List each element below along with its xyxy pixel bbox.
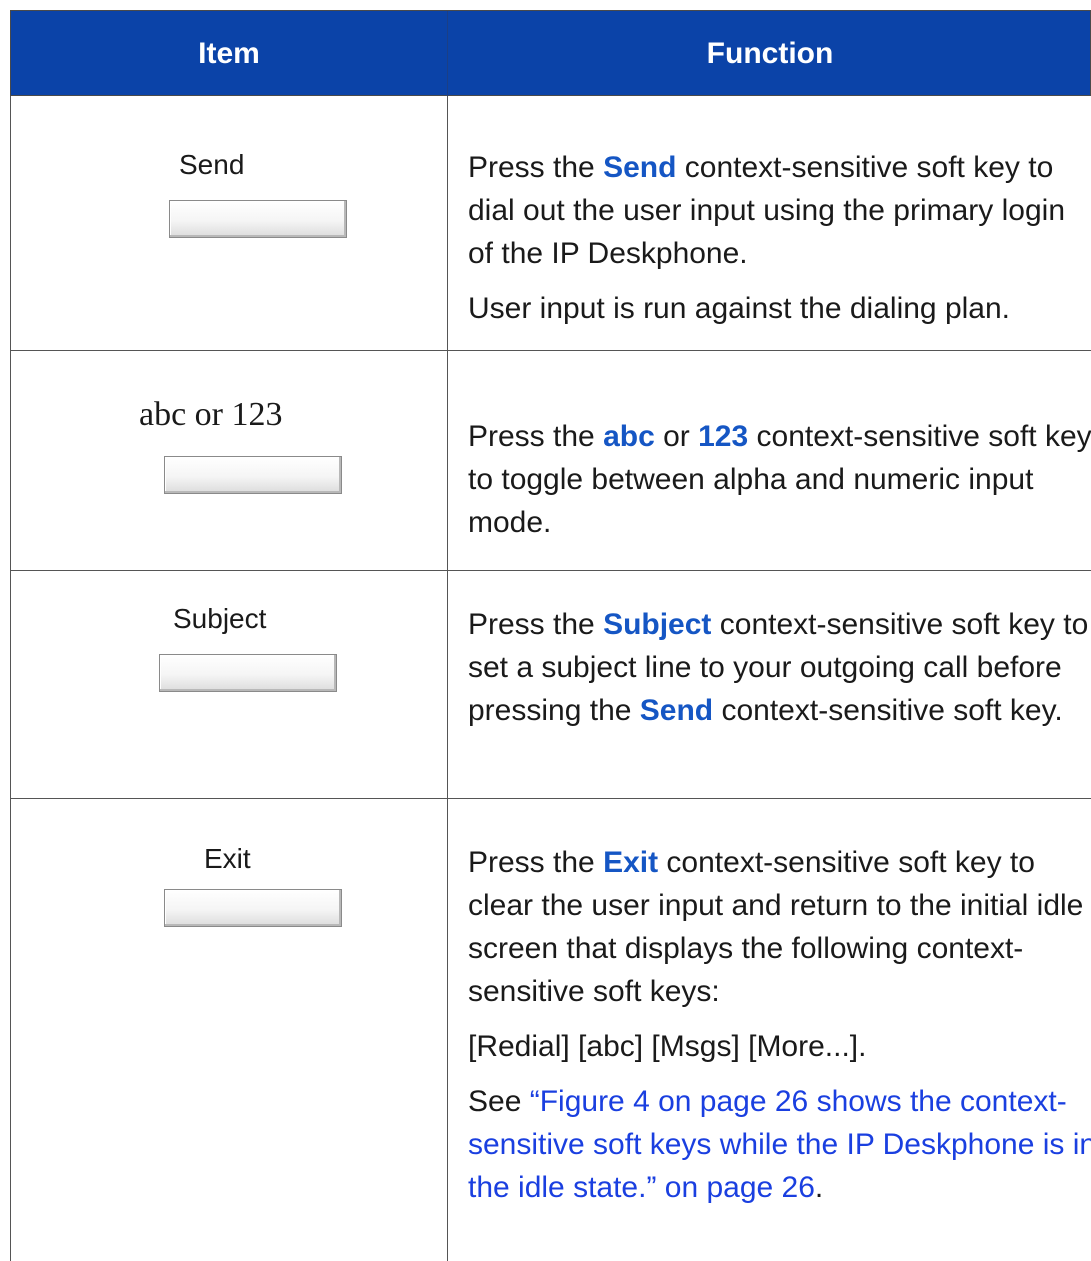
abc-123-description: Press the abc or 123 context-sensitive s… bbox=[468, 415, 1091, 544]
send-desc-p1: Press the Send context-sensitive soft ke… bbox=[468, 151, 1066, 270]
column-divider bbox=[447, 571, 448, 798]
header-item: Item bbox=[198, 37, 260, 70]
send-label: Send bbox=[179, 149, 245, 180]
table-row-send: Send Press the Send context-sensitive so… bbox=[10, 96, 1091, 351]
exit-desc-p2: [Redial] [abc] [Msgs] [More...]. bbox=[468, 1030, 867, 1063]
table-row-subject: Subject Press the Subject context-sensit… bbox=[10, 571, 1091, 799]
subject-description: Press the Subject context-sensitive soft… bbox=[468, 603, 1091, 732]
table-row-exit: Exit Press the Exit context-sensitive so… bbox=[10, 799, 1091, 1261]
abc-123-softkey[interactable] bbox=[164, 456, 342, 494]
exit-desc-p1: Press the Exit context-sensitive soft ke… bbox=[468, 846, 1084, 1008]
send-keyword: Send bbox=[603, 151, 677, 184]
send-desc-p2: User input is run against the dialing pl… bbox=[468, 292, 1010, 325]
send-keyword: Send bbox=[639, 694, 714, 727]
exit-keyword: Exit bbox=[603, 846, 659, 879]
soft-key-table: Item Function Send Press the Send contex… bbox=[10, 10, 1091, 1261]
exit-label: Exit bbox=[204, 843, 251, 874]
subject-keyword: Subject bbox=[603, 608, 712, 641]
subject-label: Subject bbox=[173, 603, 267, 634]
abc-123-label: abc or 123 bbox=[139, 396, 283, 433]
abc-keyword: abc bbox=[603, 420, 655, 453]
table-row-abc-123: abc or 123 Press the abc or 123 context-… bbox=[10, 351, 1091, 571]
subject-softkey[interactable] bbox=[159, 654, 337, 692]
table-header: Item Function bbox=[10, 10, 1091, 97]
exit-description: Press the Exit context-sensitive soft ke… bbox=[468, 841, 1091, 1209]
column-divider bbox=[447, 96, 448, 350]
header-function: Function bbox=[706, 37, 834, 70]
exit-softkey[interactable] bbox=[164, 889, 342, 927]
send-softkey[interactable] bbox=[169, 200, 347, 238]
send-description: Press the Send context-sensitive soft ke… bbox=[468, 146, 1091, 330]
abc-123-desc-p1: Press the abc or 123 context-sensitive s… bbox=[468, 420, 1091, 539]
123-keyword: 123 bbox=[698, 420, 749, 453]
figure-4-link[interactable]: “Figure 4 on page 26 shows the context-s… bbox=[468, 1085, 1091, 1204]
column-divider bbox=[447, 351, 448, 570]
column-divider bbox=[447, 799, 448, 1261]
subject-desc-p1: Press the Subject context-sensitive soft… bbox=[468, 608, 1089, 727]
exit-desc-p3: See “Figure 4 on page 26 shows the conte… bbox=[468, 1080, 1091, 1209]
